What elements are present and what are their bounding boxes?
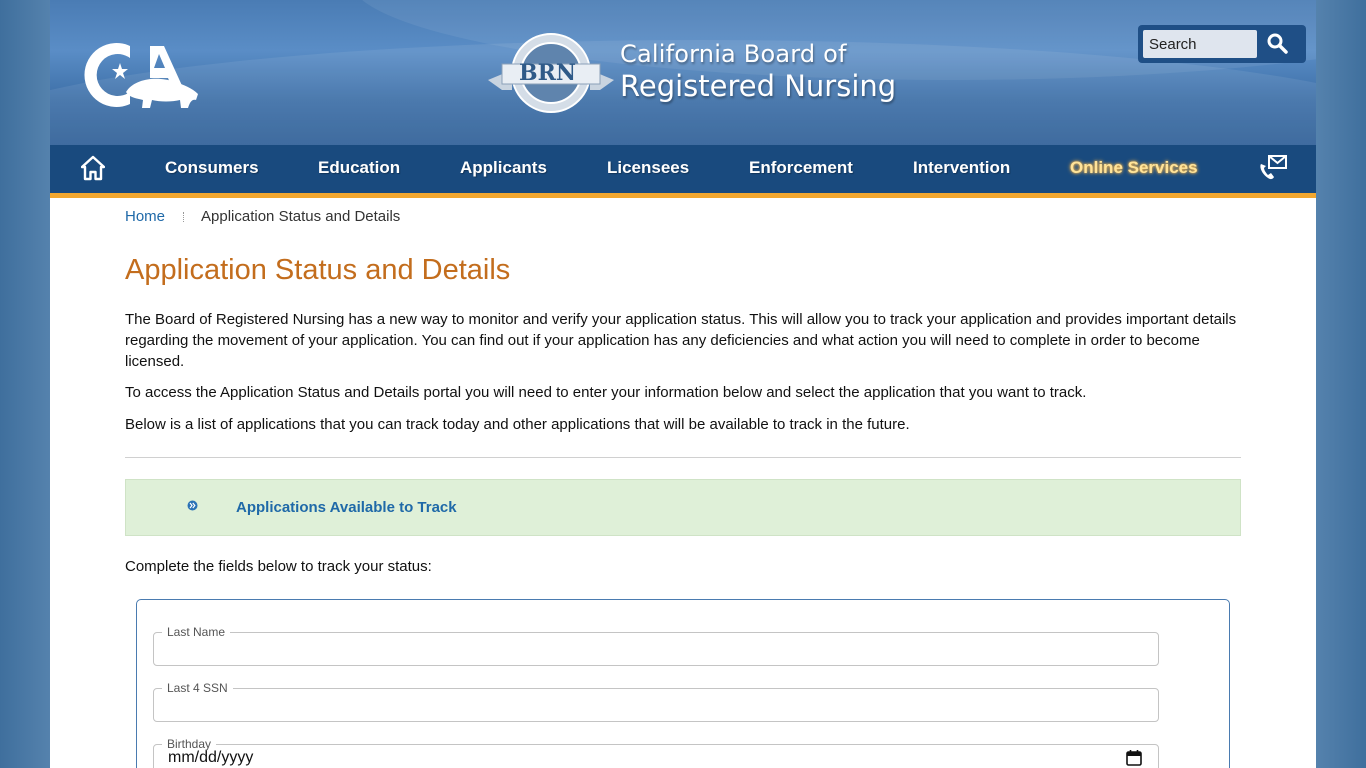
chevron-right-circle-icon — [187, 500, 198, 511]
birthday-input[interactable]: mm/dd/yyyy — [168, 749, 253, 767]
nav-consumers[interactable]: Consumers — [165, 145, 259, 193]
site-brand[interactable]: California Board of Registered Nursing — [620, 38, 896, 102]
calendar-icon[interactable] — [1126, 749, 1142, 766]
ca-gov-logo-icon[interactable] — [80, 38, 205, 113]
breadcrumb-current: Application Status and Details — [201, 208, 401, 225]
search-box — [1138, 25, 1306, 63]
access-paragraph: To access the Application Status and Det… — [125, 384, 1087, 401]
accordion-label: Applications Available to Track — [236, 499, 457, 516]
main-nav: Consumers Education Applicants Licensees… — [50, 145, 1316, 198]
breadcrumb-home-link[interactable]: Home — [125, 208, 165, 225]
status-form: Last Name Last 4 SSN Birthday mm/dd/yyyy — [136, 599, 1230, 768]
search-icon[interactable] — [1266, 32, 1290, 56]
breadcrumb: Home Application Status and Details — [125, 208, 400, 225]
nav-education[interactable]: Education — [318, 145, 400, 193]
last-name-input[interactable] — [154, 632, 1154, 664]
nav-intervention[interactable]: Intervention — [913, 145, 1010, 193]
site-header: BRN California Board of Registered Nursi… — [50, 0, 1316, 145]
brand-line-2: Registered Nursing — [620, 69, 897, 103]
birthday-outline: Birthday — [153, 738, 1159, 768]
page: BRN California Board of Registered Nursi… — [50, 0, 1316, 768]
nav-enforcement[interactable]: Enforcement — [749, 145, 853, 193]
birthday-field-wrapper[interactable]: Birthday mm/dd/yyyy — [153, 738, 1159, 768]
page-title: Application Status and Details — [125, 254, 511, 286]
home-icon[interactable] — [81, 155, 105, 181]
divider — [125, 457, 1241, 458]
nav-applicants[interactable]: Applicants — [460, 145, 547, 193]
ssn-input[interactable] — [154, 688, 1154, 720]
form-intro: Complete the fields below to track your … — [125, 558, 432, 575]
ssn-field-wrapper: Last 4 SSN — [153, 682, 1159, 722]
breadcrumb-separator — [183, 212, 185, 223]
list-paragraph: Below is a list of applications that you… — [125, 416, 910, 433]
brand-line-1: California Board of — [620, 40, 847, 68]
contact-phone-mail-icon[interactable] — [1258, 155, 1288, 181]
intro-paragraph: The Board of Registered Nursing has a ne… — [125, 311, 1237, 370]
search-input[interactable] — [1143, 30, 1257, 58]
seal-text: BRN — [519, 60, 576, 86]
applications-accordion[interactable]: Applications Available to Track — [125, 479, 1241, 536]
nav-licensees[interactable]: Licensees — [607, 145, 689, 193]
last-name-field-wrapper: Last Name — [153, 626, 1159, 666]
nav-online-services[interactable]: Online Services — [1070, 145, 1198, 193]
